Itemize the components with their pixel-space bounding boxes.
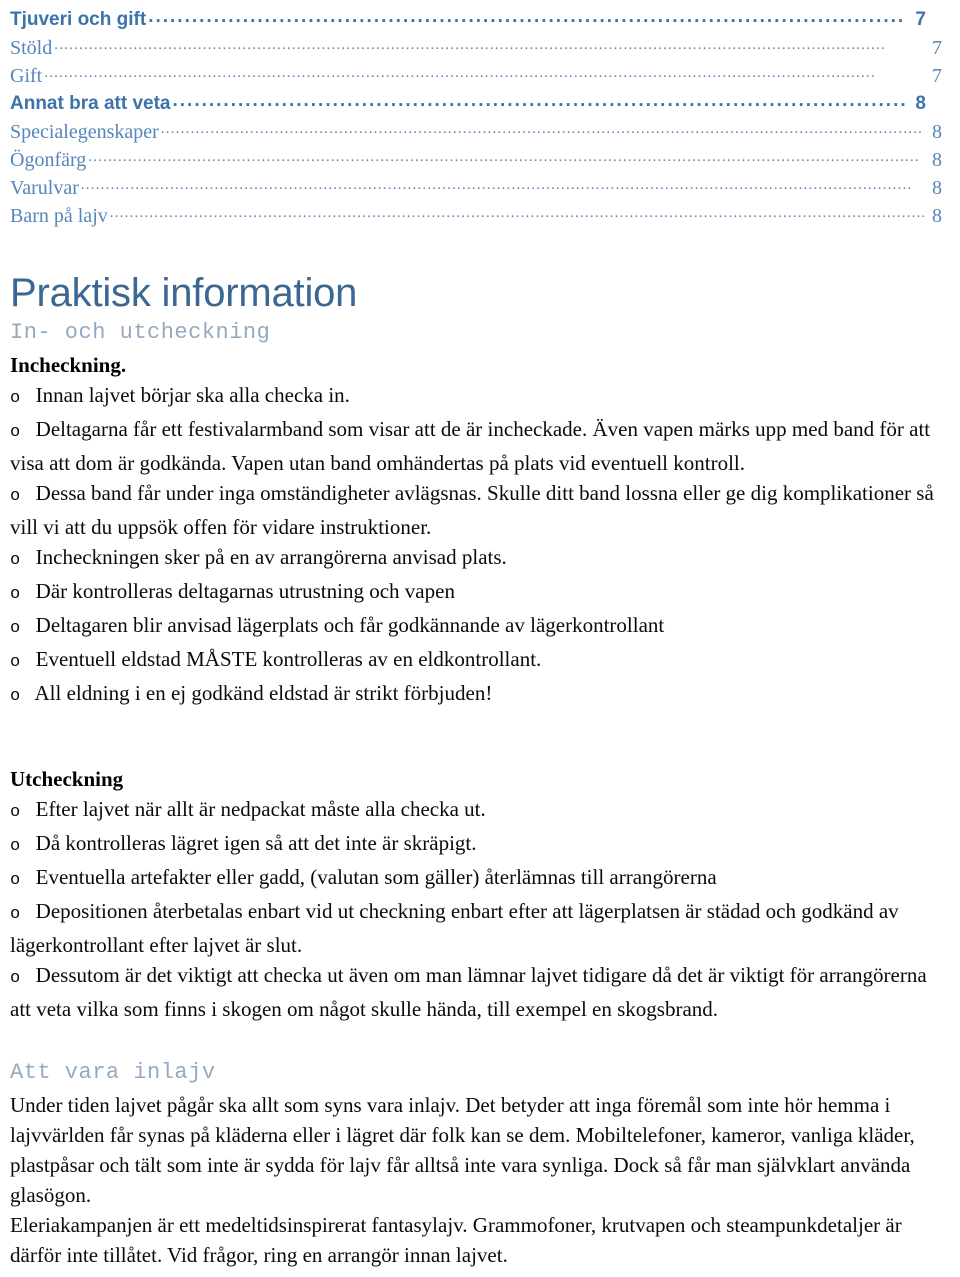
list-item-text: Deltagarna får ett festivalarmband som v… bbox=[10, 417, 931, 475]
toc-dot-leader bbox=[148, 15, 906, 34]
list-item: o Deltagaren blir anvisad lägerplats och… bbox=[10, 610, 946, 644]
document-page: Tjuveri och gift 7 Stöld 7 Gift 7 Annat … bbox=[0, 0, 960, 1277]
list-item-text: Depositionen återbetalas enbart vid ut c… bbox=[10, 899, 899, 957]
paragraph: Eleriakampanjen är ett medeltidsinspirer… bbox=[10, 1213, 902, 1267]
inlajv-text: Under tiden lajvet pågår ska allt som sy… bbox=[10, 1090, 946, 1270]
list-item-text: Dessa band får under inga omständigheter… bbox=[10, 481, 934, 539]
toc-dot-leader bbox=[172, 99, 906, 118]
toc-dot-leader bbox=[54, 42, 924, 62]
list-item: o Deltagarna får ett festivalarmband som… bbox=[10, 414, 946, 478]
list-item-text: Deltagaren blir anvisad lägerplats och f… bbox=[35, 613, 665, 637]
utcheckning-list: o Efter lajvet när allt är nedpackat mås… bbox=[10, 794, 946, 1024]
heading-utcheckning: Utcheckning bbox=[10, 767, 124, 791]
toc-page-number: 7 bbox=[932, 37, 942, 59]
list-item-text: Dessutom är det viktigt att checka ut äv… bbox=[10, 963, 927, 1021]
page-title: Praktisk information bbox=[10, 271, 358, 315]
list-item: o Eventuella artefakter eller gadd, (val… bbox=[10, 862, 946, 896]
bullet-o-icon: o bbox=[10, 585, 31, 604]
toc-page-number: 8 bbox=[932, 177, 942, 199]
heading-incheckning: Incheckning. bbox=[10, 353, 127, 377]
bullet-o-icon: o bbox=[10, 487, 31, 506]
paragraph: Under tiden lajvet pågår ska allt som sy… bbox=[10, 1093, 915, 1207]
toc-entry-level2[interactable]: Varulvar 8 bbox=[10, 174, 948, 202]
toc-entry-label: Specialegenskaper bbox=[10, 121, 159, 143]
bullet-o-icon: o bbox=[10, 871, 31, 890]
bullet-o-icon: o bbox=[10, 551, 31, 570]
list-item-text: Där kontrolleras deltagarnas utrustning … bbox=[35, 579, 455, 603]
list-item: o All eldning i en ej godkänd eldstad är… bbox=[10, 678, 946, 712]
table-of-contents: Tjuveri och gift 7 Stöld 7 Gift 7 Annat … bbox=[0, 0, 960, 230]
toc-entry-label: Ögonfärg bbox=[10, 149, 87, 171]
list-item: o Incheckningen sker på en av arrangörer… bbox=[10, 542, 946, 576]
toc-dot-leader bbox=[161, 126, 924, 146]
bullet-o-icon: o bbox=[10, 619, 31, 638]
bullet-o-icon: o bbox=[10, 803, 31, 822]
toc-dot-leader bbox=[44, 70, 924, 90]
subheading-att-vara-inlajv: Att vara inlajv bbox=[10, 1060, 216, 1085]
incheckning-list: o Innan lajvet börjar ska alla checka in… bbox=[10, 380, 946, 712]
toc-page-number: 8 bbox=[932, 205, 942, 227]
toc-page-number: 8 bbox=[932, 121, 942, 143]
toc-entry-label: Barn på lajv bbox=[10, 205, 108, 227]
bullet-o-icon: o bbox=[10, 423, 31, 442]
list-item-text: Innan lajvet börjar ska alla checka in. bbox=[35, 383, 350, 407]
bullet-o-icon: o bbox=[10, 905, 31, 924]
toc-dot-leader bbox=[88, 154, 924, 174]
subheading-in-och-utcheckning: In- och utcheckning bbox=[10, 320, 271, 345]
bullet-o-icon: o bbox=[10, 653, 31, 672]
toc-entry-level2[interactable]: Specialegenskaper 8 bbox=[10, 118, 948, 146]
toc-page-number: 7 bbox=[932, 65, 942, 87]
list-item: o Eventuell eldstad MÅSTE kontrolleras a… bbox=[10, 644, 946, 678]
list-item: o Dessa band får under inga omständighet… bbox=[10, 478, 946, 542]
list-item: o Dessutom är det viktigt att checka ut … bbox=[10, 960, 946, 1024]
toc-entry-label: Stöld bbox=[10, 37, 53, 59]
toc-entry-label: Annat bra att veta bbox=[10, 93, 171, 114]
toc-page-number: 7 bbox=[915, 9, 926, 30]
toc-dot-leader bbox=[81, 182, 924, 202]
list-item-text: All eldning i en ej godkänd eldstad är s… bbox=[34, 681, 493, 705]
toc-entry-label: Varulvar bbox=[10, 177, 79, 199]
list-item: o Depositionen återbetalas enbart vid ut… bbox=[10, 896, 946, 960]
bullet-o-icon: o bbox=[10, 837, 31, 856]
list-item-text: Då kontrolleras lägret igen så att det i… bbox=[35, 831, 477, 855]
toc-entry-level2[interactable]: Barn på lajv 8 bbox=[10, 202, 948, 230]
toc-page-number: 8 bbox=[915, 93, 926, 114]
toc-entry-level1[interactable]: Tjuveri och gift 7 bbox=[10, 6, 948, 34]
bullet-o-icon: o bbox=[10, 969, 31, 988]
bullet-o-icon: o bbox=[10, 687, 31, 706]
list-item: o Då kontrolleras lägret igen så att det… bbox=[10, 828, 946, 862]
list-item-text: Efter lajvet när allt är nedpackat måste… bbox=[35, 797, 486, 821]
list-item: o Efter lajvet när allt är nedpackat mås… bbox=[10, 794, 946, 828]
toc-entry-label: Gift bbox=[10, 65, 43, 87]
toc-dot-leader bbox=[110, 210, 924, 230]
toc-entry-level1[interactable]: Annat bra att veta 8 bbox=[10, 90, 948, 118]
list-item: o Innan lajvet börjar ska alla checka in… bbox=[10, 380, 946, 414]
list-item-text: Eventuella artefakter eller gadd, (valut… bbox=[35, 865, 717, 889]
list-item-text: Incheckningen sker på en av arrangörerna… bbox=[35, 545, 507, 569]
list-item: o Där kontrolleras deltagarnas utrustnin… bbox=[10, 576, 946, 610]
toc-entry-level2[interactable]: Stöld 7 bbox=[10, 34, 948, 62]
bullet-o-icon: o bbox=[10, 389, 31, 408]
toc-entry-label: Tjuveri och gift bbox=[10, 9, 147, 30]
list-item-text: Eventuell eldstad MÅSTE kontrolleras av … bbox=[35, 647, 542, 671]
toc-page-number: 8 bbox=[932, 149, 942, 171]
toc-entry-level2[interactable]: Gift 7 bbox=[10, 62, 948, 90]
toc-entry-level2[interactable]: Ögonfärg 8 bbox=[10, 146, 948, 174]
